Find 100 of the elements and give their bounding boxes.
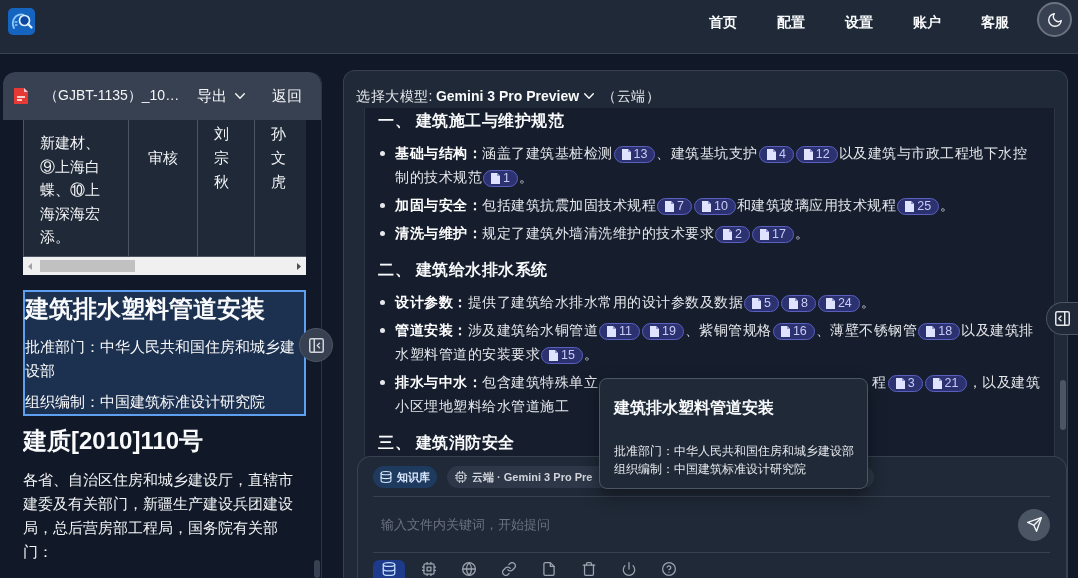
citation-chip[interactable]: 12 xyxy=(795,145,838,163)
scrollbar-thumb[interactable] xyxy=(314,560,320,578)
knowledge-base-chip[interactable]: 知识库 xyxy=(373,466,437,488)
citation-chip[interactable]: 4 xyxy=(758,145,794,163)
document-icon xyxy=(780,325,790,337)
document-title: （GJBT-1135）_10… xyxy=(44,87,180,105)
tooltip-text: 组织编制：中国建筑标准设计研究院 xyxy=(614,461,807,478)
list-text: 程 3 21 ，以及建筑 xyxy=(872,373,1040,394)
document-icon xyxy=(607,325,616,337)
document-icon xyxy=(803,148,813,160)
section-heading: 三、 建筑消防安全 xyxy=(378,433,515,453)
highlight-text: 批准部门：中华人民共和国住房和城乡建设部 xyxy=(25,337,296,381)
highlight-text: 组织编制：中国建筑标准设计研究院 xyxy=(25,392,266,412)
help-icon xyxy=(662,562,676,576)
list-text: 排水与中水：包含建筑特殊单立 xyxy=(395,373,598,392)
highlight-title: 建筑排水塑料管道安装 xyxy=(25,294,266,324)
document-icon xyxy=(665,200,674,212)
cpu-icon xyxy=(422,562,436,576)
panel-icon xyxy=(308,337,324,353)
document-icon xyxy=(825,297,835,309)
scroll-right-icon[interactable] xyxy=(297,262,301,270)
citation-chip[interactable]: 10 xyxy=(693,197,736,215)
chevron-down-icon xyxy=(584,91,595,101)
send-button[interactable] xyxy=(1018,508,1050,541)
power-icon xyxy=(622,562,636,576)
nav-link[interactable]: 账户 xyxy=(893,12,961,33)
document-paragraph: 各省、自治区住房和城乡建设厅，直辖市建委及有关部门，新疆生产建设兵团建设局，总后营房部工程局，国务院有关部门： xyxy=(23,470,294,562)
link-icon xyxy=(502,562,516,576)
nav-link[interactable]: 客服 xyxy=(961,12,1029,33)
send-icon xyxy=(1026,517,1042,532)
file-icon xyxy=(542,562,556,576)
document-icon xyxy=(759,228,769,240)
citation-chip[interactable]: 15 xyxy=(541,346,583,364)
bullet-icon xyxy=(380,151,385,156)
nav-link[interactable]: 设置 xyxy=(825,12,893,33)
citation-chip[interactable]: 1 xyxy=(483,169,518,187)
bullet-icon xyxy=(380,231,385,236)
nav-link[interactable]: 配置 xyxy=(757,12,825,33)
theme-toggle-button[interactable] xyxy=(1037,2,1072,37)
tooltip-title: 建筑排水塑料管道安装 xyxy=(614,398,775,418)
document-icon xyxy=(723,228,732,240)
scrollbar-thumb[interactable] xyxy=(40,260,135,272)
caret-icon xyxy=(235,91,246,101)
document-icon xyxy=(491,172,500,184)
citation-chip[interactable]: 19 xyxy=(642,322,684,340)
scrollbar-thumb[interactable] xyxy=(1060,380,1066,430)
list-text: 加固与安全：包括建筑抗震加固技术规程 7 10 和建筑玻璃应用技术规程 25 。 xyxy=(395,196,956,217)
list-text: 基础与结构：涵盖了建筑基桩检测 13 、建筑基坑支护 4 12 以及建筑与市政工程地下水控制的技术规范 1 。 xyxy=(395,144,1029,189)
logo-icon xyxy=(8,8,35,35)
list-text: 设计参数：提供了建筑给水排水常用的设计参数及数据 5 8 24 。 xyxy=(395,293,877,314)
document-icon xyxy=(788,297,798,309)
section-heading: 二、 建筑给水排水系统 xyxy=(378,260,548,280)
document-icon xyxy=(621,148,631,160)
database-icon xyxy=(382,562,396,576)
bullet-icon xyxy=(380,203,385,208)
cpu-icon xyxy=(455,471,467,483)
citation-chip[interactable]: 21 xyxy=(924,374,967,392)
citation-chip[interactable]: 8 xyxy=(780,294,816,312)
document-icon xyxy=(926,325,936,337)
document-icon xyxy=(932,377,942,389)
citation-chip[interactable]: 17 xyxy=(751,225,794,243)
panel-icon xyxy=(1055,311,1070,326)
document-icon xyxy=(650,325,659,337)
model-label: 选择大模型: xyxy=(356,87,433,106)
globe-icon xyxy=(462,562,476,576)
citation-chip[interactable]: 3 xyxy=(887,374,923,392)
list-text: 小区埋地塑料给水管道施工 xyxy=(395,397,569,416)
bullet-icon xyxy=(380,380,385,385)
document-icon xyxy=(895,377,905,389)
section-heading: 一、 建筑施工与维护规范 xyxy=(378,111,565,131)
list-text: 清洗与维护：规定了建筑外墙清洗维护的技术要求 2 17 。 xyxy=(395,224,811,245)
export-button[interactable]: 导出 xyxy=(197,86,246,106)
document-icon xyxy=(752,297,761,309)
model-location: （云端） xyxy=(602,87,661,106)
nav-link[interactable]: 首页 xyxy=(689,12,757,33)
document-icon xyxy=(766,148,776,160)
citation-chip[interactable]: 18 xyxy=(918,322,961,340)
citation-chip[interactable]: 16 xyxy=(772,322,815,340)
document-icon xyxy=(701,200,711,212)
citation-chip[interactable]: 13 xyxy=(613,145,656,163)
file-icon xyxy=(12,87,30,105)
document-icon xyxy=(905,200,915,212)
toolbar-button[interactable] xyxy=(373,560,405,578)
question-input[interactable]: 输入文件内关键词，开始提问 xyxy=(381,513,1018,536)
document-icon xyxy=(549,349,558,361)
database-icon xyxy=(380,471,392,483)
moon-icon xyxy=(1047,12,1062,27)
tooltip-text: 批准部门：中华人民共和国住房和城乡建设部 xyxy=(614,443,854,460)
model-dropdown[interactable]: Gemini 3 Pro Preview xyxy=(435,85,595,107)
bullet-icon xyxy=(380,300,385,305)
citation-chip[interactable]: 7 xyxy=(657,197,692,215)
citation-chip[interactable]: 11 xyxy=(599,322,640,340)
citation-chip[interactable]: 2 xyxy=(715,225,750,243)
list-text: 管道安装：涉及建筑给水铜管道 11 19 、紫铜管规格 16 、薄壁不锈钢管 18 以及建筑排水塑料管道的安装要求 15 。 xyxy=(395,321,1035,366)
bullet-icon xyxy=(380,328,385,333)
citation-chip[interactable]: 25 xyxy=(897,197,940,215)
citation-chip[interactable]: 24 xyxy=(817,294,860,312)
back-button[interactable]: 返回 xyxy=(272,86,302,106)
trash-icon xyxy=(582,562,596,576)
citation-chip[interactable]: 5 xyxy=(744,294,779,312)
